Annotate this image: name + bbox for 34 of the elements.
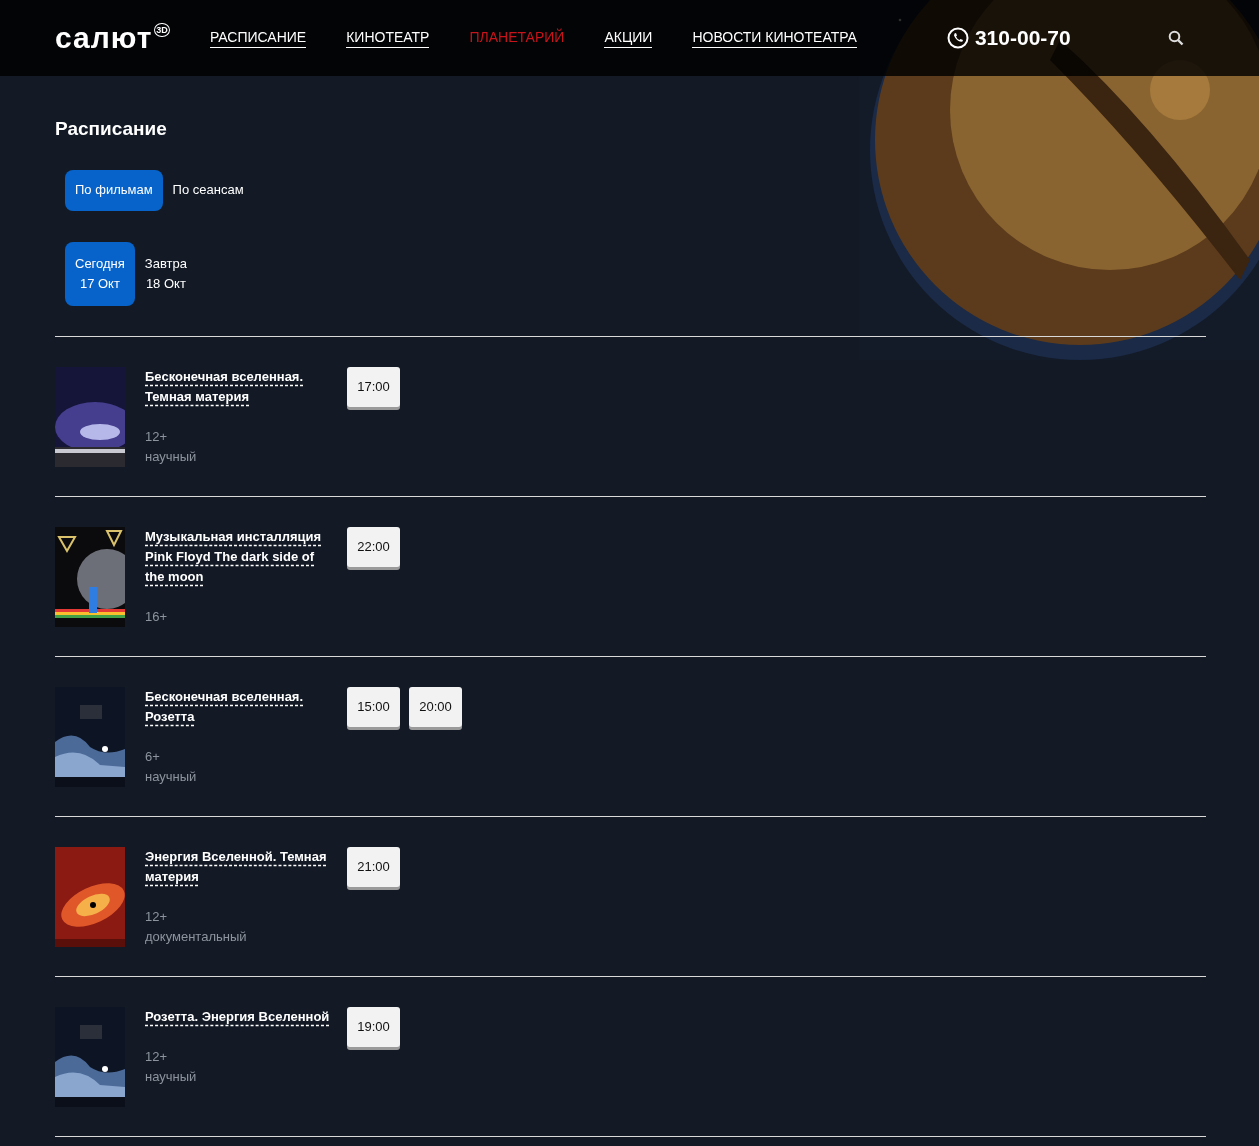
nav-link[interactable]: ПЛАНЕТАРИЙ <box>469 28 565 48</box>
logo[interactable]: салют <box>55 23 153 53</box>
movie-title[interactable]: Энергия Вселенной. Темная материя <box>145 846 335 887</box>
movie-genre: научный <box>145 1067 198 1086</box>
age-rating: 12+ <box>145 907 169 926</box>
age-rating: 12+ <box>145 1047 169 1066</box>
date-tab[interactable]: Завтра 18 Окт <box>134 241 197 306</box>
age-rating: 6+ <box>145 747 161 766</box>
age-rating: 16+ <box>145 607 169 626</box>
showtime-button[interactable]: 15:00 <box>347 686 400 727</box>
movie-title[interactable]: Музыкальная инсталляция Pink Floyd The dark side of the moon <box>145 526 335 587</box>
nav-link[interactable]: РАСПИСАНИЕ <box>209 28 307 48</box>
showtime-button[interactable]: 19:00 <box>347 1006 400 1047</box>
search-icon[interactable] <box>1168 30 1184 46</box>
phone-icon <box>946 27 969 49</box>
movie-title[interactable]: Бесконечная вселенная. Розетта <box>145 686 335 727</box>
movie-genre: научный <box>145 767 198 786</box>
age-rating: 12+ <box>145 427 169 446</box>
showtime-button[interactable]: 20:00 <box>409 686 462 727</box>
showtime-button[interactable]: 21:00 <box>347 846 400 887</box>
movie-title[interactable]: Розетта. Энергия Вселенной <box>145 1006 335 1027</box>
movie-title[interactable]: Бесконечная вселенная. Темная материя <box>145 366 335 407</box>
nav-link[interactable]: НОВОСТИ КИНОТЕАТРА <box>692 28 857 48</box>
nav-link[interactable]: КИНОТЕАТР <box>346 28 430 48</box>
view-tab[interactable]: По сеансам <box>162 170 254 211</box>
movie-genre: документальный <box>145 927 248 946</box>
showtime-button[interactable]: 17:00 <box>347 366 400 407</box>
date-tab[interactable]: Сегодня 17 Окт <box>65 241 135 306</box>
view-tab[interactable]: По фильмам <box>65 170 163 211</box>
phone-number[interactable]: 310-00-70 <box>974 26 1071 50</box>
nav-link[interactable]: АКЦИИ <box>604 28 653 48</box>
showtime-button[interactable]: 22:00 <box>347 526 400 567</box>
movie-genre: научный <box>145 447 198 466</box>
page-title: Расписание <box>55 118 168 140</box>
